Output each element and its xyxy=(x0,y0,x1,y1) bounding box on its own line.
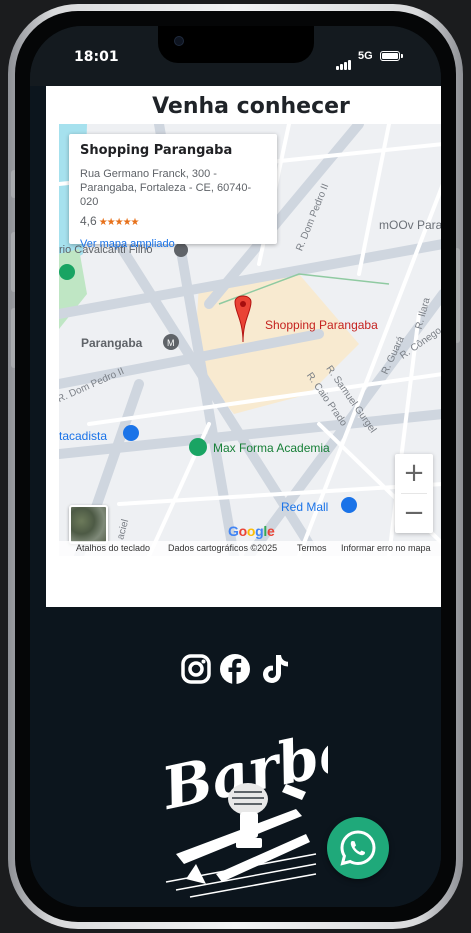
place-rating: 4,6 ★★★★★ xyxy=(80,214,266,228)
satellite-toggle-button[interactable] xyxy=(69,505,108,544)
svg-text:M: M xyxy=(167,338,175,348)
barber-logo: Barber xyxy=(156,709,328,898)
report-error-link[interactable]: Informar erro no mapa xyxy=(341,543,431,553)
terms-link[interactable]: Termos xyxy=(297,543,327,553)
place-info-card: Shopping Parangaba Rua Germano Franck, 3… xyxy=(69,134,277,250)
rating-stars-icon: ★★★★★ xyxy=(98,217,140,228)
place-title: Shopping Parangaba xyxy=(80,143,233,158)
tiktok-icon[interactable] xyxy=(261,654,291,684)
status-time: 18:01 xyxy=(74,49,119,65)
camera-icon xyxy=(174,36,184,46)
section-heading: Venha conhecer xyxy=(152,94,350,119)
place-address-line-2: Parangaba, Fortaleza - CE, 60740-020 xyxy=(80,182,252,208)
place-address-line-1: Rua Germano Franck, 300 - xyxy=(80,168,217,180)
label-parangaba: Parangaba xyxy=(81,336,143,350)
keyboard-shortcuts-link[interactable]: Atalhos do teclado xyxy=(76,543,150,553)
google-logo: Google xyxy=(228,523,275,539)
signal-icon xyxy=(336,52,352,70)
label-red-mall: Red Mall xyxy=(281,500,329,514)
marker-label: Shopping Parangaba xyxy=(265,318,378,332)
facebook-icon[interactable] xyxy=(220,654,250,684)
google-map[interactable]: M Shopping Parangaba Parangaba R. Dom Pe… xyxy=(59,124,441,556)
label-max-forma: Max Forma Academia xyxy=(213,441,330,455)
label-atacadista: tacadista xyxy=(59,429,108,443)
phone-bezel: 18:01 5G Venha conhecer M Shopping Paran… xyxy=(15,11,456,922)
whatsapp-icon xyxy=(340,830,376,866)
map-data-credit: Dados cartográficos ©2025 xyxy=(168,543,278,553)
label-moov: mOOv Para xyxy=(379,218,441,232)
network-type: 5G xyxy=(358,50,373,62)
zoom-in-button[interactable]: + xyxy=(395,454,433,493)
whatsapp-button[interactable] xyxy=(327,817,389,879)
phone-frame: 18:01 5G Venha conhecer M Shopping Paran… xyxy=(8,4,463,929)
battery-icon xyxy=(380,51,403,61)
instagram-icon[interactable] xyxy=(181,654,211,684)
status-bar: 18:01 5G xyxy=(30,26,441,86)
rating-value: 4,6 xyxy=(80,214,97,228)
zoom-controls: + − xyxy=(395,454,433,533)
zoom-out-button[interactable]: − xyxy=(395,494,433,533)
location-section: Venha conhecer M Shopping Parangaba Para… xyxy=(46,86,441,607)
dynamic-island xyxy=(158,26,314,63)
view-larger-map-link[interactable]: Ver mapa ampliado xyxy=(80,238,266,250)
screen: 18:01 5G Venha conhecer M Shopping Paran… xyxy=(30,26,441,907)
map-attribution-bar: Atalhos do teclado Dados cartográficos ©… xyxy=(59,541,441,556)
